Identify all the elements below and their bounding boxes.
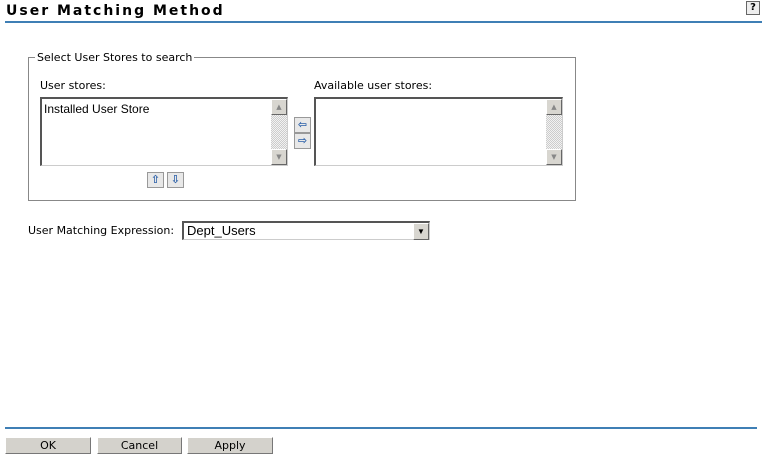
scroll-up-icon[interactable]: ▲ <box>546 99 562 115</box>
list-item[interactable]: Installed User Store <box>42 99 287 119</box>
expression-value: Dept_Users <box>187 223 256 238</box>
move-down-button[interactable]: ⇩ <box>167 172 184 188</box>
scroll-down-icon[interactable]: ▼ <box>546 149 562 165</box>
cancel-button[interactable]: Cancel <box>97 437 182 454</box>
expression-select[interactable]: Dept_Users ▼ <box>182 221 430 240</box>
page-title: User Matching Method <box>6 3 225 19</box>
scrollbar[interactable]: ▲ ▼ <box>546 99 562 165</box>
chevron-down-icon[interactable]: ▼ <box>413 223 429 240</box>
move-left-button[interactable]: ⇦ <box>294 117 311 133</box>
available-stores-list[interactable]: ▲ ▼ <box>314 97 563 166</box>
apply-button[interactable]: Apply <box>187 437 273 454</box>
scrollbar[interactable]: ▲ ▼ <box>271 99 287 165</box>
user-stores-label: User stores: <box>40 79 106 92</box>
header-divider <box>5 21 762 23</box>
move-right-button[interactable]: ⇨ <box>294 133 311 149</box>
scroll-up-icon[interactable]: ▲ <box>271 99 287 115</box>
help-icon[interactable]: ? <box>746 1 760 15</box>
footer-divider <box>5 427 757 429</box>
expression-label: User Matching Expression: <box>28 224 175 237</box>
scroll-down-icon[interactable]: ▼ <box>271 149 287 165</box>
ok-button[interactable]: OK <box>5 437 91 454</box>
move-up-button[interactable]: ⇧ <box>147 172 164 188</box>
fieldset-legend: Select User Stores to search <box>37 51 193 64</box>
available-stores-label: Available user stores: <box>314 79 433 92</box>
user-stores-list[interactable]: Installed User Store ▲ ▼ <box>40 97 288 166</box>
